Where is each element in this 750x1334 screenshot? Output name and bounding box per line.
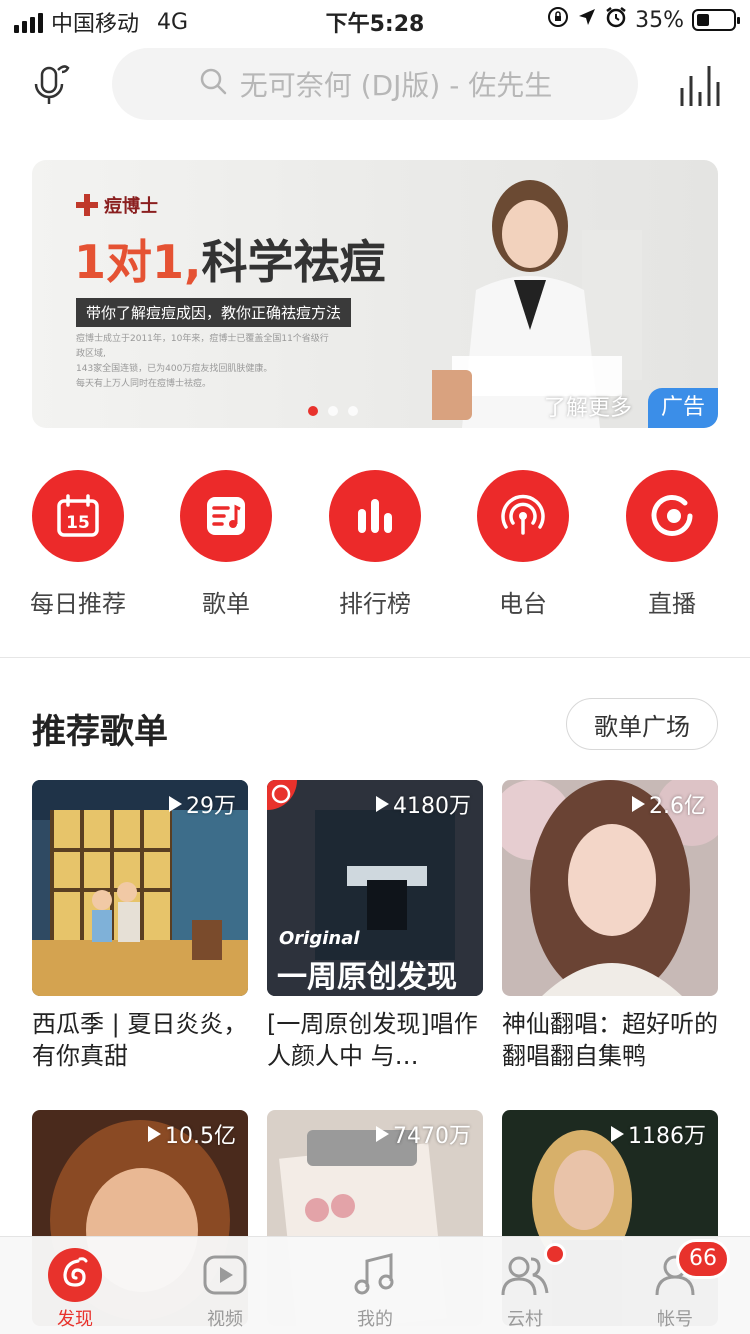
playlist-plaza-button[interactable]: 歌单广场 <box>566 698 718 750</box>
feature-label: 排行榜 <box>339 590 411 618</box>
cross-logo-icon <box>76 194 98 216</box>
tab-video[interactable]: 视频 <box>150 1247 300 1331</box>
app-screen: 中国移动 4G 下午5:28 35% 无可奈何 (DJ版) - 佐先生 痘博士 … <box>0 0 750 1334</box>
music-note-icon <box>347 1247 403 1303</box>
tab-label: 视频 <box>207 1309 243 1330</box>
now-playing-icon[interactable] <box>678 62 724 106</box>
search-placeholder: 无可奈何 (DJ版) - 佐先生 <box>239 69 553 102</box>
feature-charts[interactable]: 排行榜 <box>300 470 450 619</box>
banner-brand: 痘博士 <box>76 192 158 218</box>
calendar-icon: 15 <box>32 470 124 562</box>
play-count: 29万 <box>169 788 236 820</box>
play-icon <box>611 1126 624 1142</box>
playlist-title: 神仙翻唱：超好听的翻唱翻自集鸭 <box>502 1010 718 1070</box>
learn-more-link[interactable]: 了解更多 <box>544 390 632 422</box>
play-icon <box>169 796 182 812</box>
feature-label: 歌单 <box>202 590 250 618</box>
tab-discover[interactable]: 发现 <box>0 1247 150 1331</box>
svg-text:15: 15 <box>66 513 90 533</box>
ad-badge: 广告 <box>648 388 718 428</box>
feature-label: 直播 <box>648 590 696 618</box>
playlist-card[interactable]: Original 一周原创发现 4180万 [一周原创发现]唱作人颜人中 与… <box>267 780 483 1072</box>
top-bar: 无可奈何 (DJ版) - 佐先生 <box>0 48 750 120</box>
cover-text: 一周原创发现 <box>277 960 457 995</box>
radio-icon <box>477 470 569 562</box>
banner-fine-print: 痘博士成立于2011年，10年来，痘博士已覆盖全国11个省级行政区域, 143家… <box>76 334 329 389</box>
search-icon <box>198 66 228 103</box>
playlist-cover: 29万 <box>32 780 248 996</box>
playlist-card[interactable]: 29万 西瓜季 | 夏日炎炎，有你真甜 <box>32 780 248 1072</box>
play-icon <box>632 796 645 812</box>
play-count: 4180万 <box>376 788 471 820</box>
banner-pager <box>308 406 358 416</box>
banner-headline: 1对1,科学祛痘 <box>74 235 386 289</box>
feature-label: 每日推荐 <box>30 590 126 618</box>
playlist-cover: 2.6亿 <box>502 780 718 996</box>
play-count: 10.5亿 <box>148 1118 236 1150</box>
playlist-title: 西瓜季 | 夏日炎炎，有你真甜 <box>32 1010 248 1070</box>
banner-tagline: 带你了解痘痘成因，教你正确祛痘方法 <box>76 298 352 327</box>
tab-label: 云村 <box>507 1309 543 1330</box>
voice-search-icon[interactable] <box>28 60 76 108</box>
account-badge: 66 <box>676 1239 730 1279</box>
feature-playlist[interactable]: 歌单 <box>151 470 301 619</box>
battery-icon <box>692 9 740 31</box>
rotation-lock-icon <box>547 6 569 34</box>
playlist-icon <box>180 470 272 562</box>
play-count: 7470万 <box>376 1118 471 1150</box>
location-icon <box>577 7 597 33</box>
feature-nav: 15 每日推荐 歌单 排行榜 电台 直播 <box>0 470 750 620</box>
play-icon <box>376 796 389 812</box>
notification-dot <box>544 1243 566 1265</box>
promo-banner[interactable]: 痘博士 1对1,科学祛痘 带你了解痘痘成因，教你正确祛痘方法 痘博士成立于201… <box>32 160 718 428</box>
live-icon <box>626 470 718 562</box>
play-count: 2.6亿 <box>632 788 706 820</box>
tab-label: 发现 <box>57 1309 93 1330</box>
video-play-icon <box>197 1247 253 1303</box>
chart-bars-icon <box>329 470 421 562</box>
play-icon <box>148 1126 161 1142</box>
tab-bar: 发现 视频 我的 云村 帐号 66 <box>0 1236 750 1334</box>
alarm-icon <box>605 6 627 34</box>
tab-cloud-village[interactable]: 云村 <box>450 1247 600 1331</box>
tab-label: 我的 <box>357 1309 393 1330</box>
play-count: 1186万 <box>611 1118 706 1150</box>
status-bar: 中国移动 4G 下午5:28 35% <box>0 0 750 40</box>
search-bar[interactable]: 无可奈何 (DJ版) - 佐先生 <box>112 48 638 120</box>
divider <box>0 657 750 658</box>
playlist-title: [一周原创发现]唱作人颜人中 与… <box>267 1010 478 1070</box>
tab-label: 帐号 <box>657 1309 693 1330</box>
feature-live[interactable]: 直播 <box>597 470 747 619</box>
section-title: 推荐歌单 <box>32 712 168 752</box>
cover-tag: Original <box>279 928 360 949</box>
battery-percent: 35% <box>635 7 684 33</box>
feature-radio[interactable]: 电台 <box>448 470 598 619</box>
tab-mine[interactable]: 我的 <box>300 1247 450 1331</box>
playlist-card[interactable]: 2.6亿 神仙翻唱：超好听的翻唱翻自集鸭 <box>502 780 718 1072</box>
feature-label: 电台 <box>499 590 547 618</box>
play-icon <box>376 1126 389 1142</box>
playlist-cover: Original 一周原创发现 4180万 <box>267 780 483 996</box>
netease-logo-icon <box>47 1247 103 1303</box>
feature-daily-recommend[interactable]: 15 每日推荐 <box>3 470 153 619</box>
